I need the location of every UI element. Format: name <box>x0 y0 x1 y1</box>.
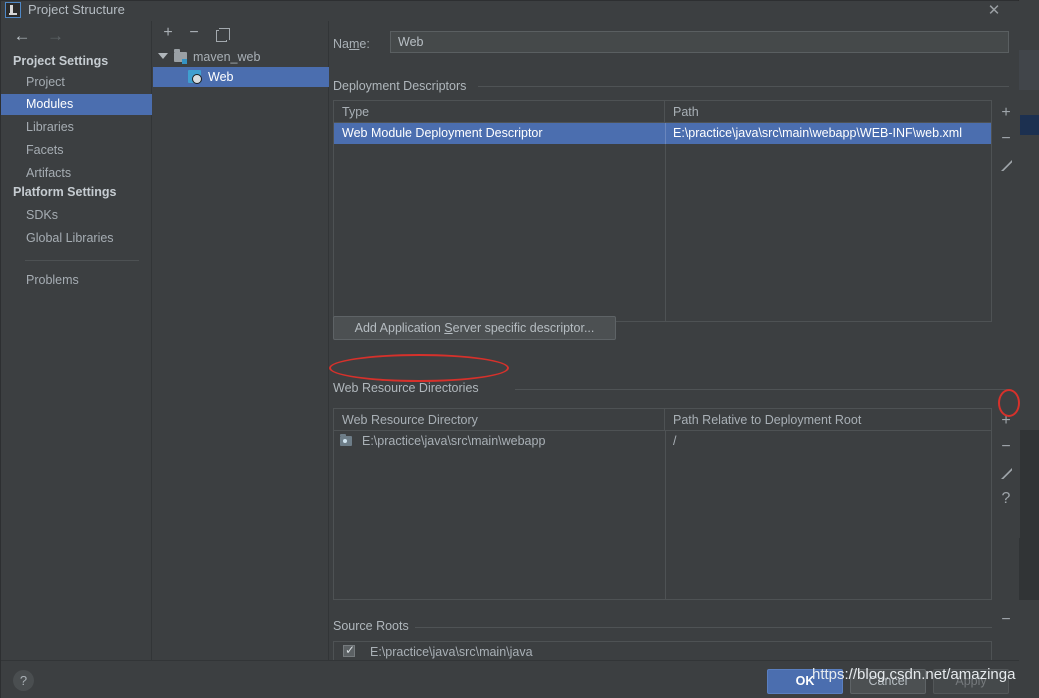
forward-arrow-icon[interactable]: → <box>40 26 70 45</box>
source-root-checkbox[interactable] <box>343 643 355 657</box>
sidebar-item-project[interactable]: Project <box>1 72 152 93</box>
tree-label-maven-web: maven_web <box>193 50 261 64</box>
cell-type: Web Module Deployment Descriptor <box>342 126 543 140</box>
add-module-button[interactable]: + <box>158 23 178 43</box>
remove-web-resource-button[interactable]: − <box>992 434 1020 460</box>
tree-row-maven-web[interactable]: maven_web <box>153 47 329 67</box>
sidebar-item-libraries[interactable]: Libraries <box>1 117 152 138</box>
module-settings-content: Name: Deployment Descriptors Type Path W… <box>330 21 1020 660</box>
add-descriptor-button[interactable]: + <box>992 100 1020 126</box>
module-tree-toolbar: + − <box>153 21 329 46</box>
module-tree-panel: + − maven_web Web <box>153 21 329 660</box>
sidebar-divider <box>25 260 139 261</box>
module-badge-icon <box>182 59 187 64</box>
section-rule <box>406 627 1009 628</box>
dialog-titlebar: Project Structure ✕ <box>1 1 1019 21</box>
cell-web-resource-directory: E:\practice\java\src\main\webapp <box>362 434 546 448</box>
watermark-text: https://blog.csdn.net/amazinga <box>812 666 1016 683</box>
back-arrow-icon[interactable]: ← <box>7 26 37 45</box>
dialog-title: Project Structure <box>28 2 125 17</box>
settings-sidebar: ← → Project Settings Project Modules Lib… <box>1 21 152 660</box>
sidebar-item-facets[interactable]: Facets <box>1 140 152 161</box>
add-web-resource-button[interactable]: + <box>992 408 1020 434</box>
cell-path: E:\practice\java\src\main\webapp\WEB-INF… <box>673 126 962 140</box>
name-field-label: Name: <box>333 37 370 51</box>
column-header-path[interactable]: Path <box>665 101 991 123</box>
table-header: Type Path <box>334 101 991 123</box>
edit-pencil-icon <box>1001 468 1012 479</box>
cell-relative-path: / <box>673 434 677 448</box>
section-rule <box>478 86 1009 87</box>
edit-descriptor-button[interactable] <box>992 152 1020 178</box>
edit-pencil-icon <box>1001 160 1012 171</box>
close-icon[interactable]: ✕ <box>981 1 1007 21</box>
source-roots-title: Source Roots <box>333 619 415 633</box>
sidebar-item-sdks[interactable]: SDKs <box>1 205 152 226</box>
group-platform-settings: Platform Settings <box>13 185 117 199</box>
navigation-arrows: ← → <box>7 26 70 45</box>
folder-icon <box>174 49 187 64</box>
column-header-relative-path[interactable]: Path Relative to Deployment Root <box>665 409 991 431</box>
web-resource-directories-title: Web Resource Directories <box>333 381 485 395</box>
table-header: Web Resource Directory Path Relative to … <box>334 409 991 431</box>
sidebar-item-artifacts[interactable]: Artifacts <box>1 163 152 184</box>
sidebar-item-global-libraries[interactable]: Global Libraries <box>1 228 152 249</box>
name-input[interactable] <box>390 31 1009 53</box>
column-header-type[interactable]: Type <box>334 101 665 123</box>
section-rule <box>515 389 1009 390</box>
web-module-icon <box>188 70 202 84</box>
edit-web-resource-button[interactable] <box>992 460 1020 486</box>
descriptors-toolbar: + − <box>992 100 1020 220</box>
web-resource-help-button[interactable]: ? <box>992 486 1020 512</box>
source-roots-toolbar: − <box>992 607 1020 633</box>
background-window <box>1018 0 1039 698</box>
web-resource-directories-table: Web Resource Directory Path Relative to … <box>333 408 992 600</box>
table-row[interactable]: Web Module Deployment Descriptor E:\prac… <box>334 123 991 144</box>
project-structure-dialog: Project Structure ✕ ← → Project Settings… <box>0 0 1020 698</box>
copy-icon <box>216 28 230 42</box>
deployment-descriptors-title: Deployment Descriptors <box>333 79 473 93</box>
column-header-web-resource-directory[interactable]: Web Resource Directory <box>334 409 665 431</box>
folder-icon <box>340 434 352 446</box>
help-button[interactable]: ? <box>13 670 34 691</box>
copy-module-button[interactable] <box>210 23 230 43</box>
chevron-down-icon[interactable] <box>158 53 168 59</box>
sidebar-item-modules[interactable]: Modules <box>1 94 152 115</box>
table-row[interactable]: E:\practice\java\src\main\webapp / <box>334 431 991 452</box>
tree-label-web: Web <box>208 70 234 84</box>
screen: Project Structure ✕ ← → Project Settings… <box>0 0 1039 698</box>
remove-descriptor-button[interactable]: − <box>992 126 1020 152</box>
deployment-descriptors-table: Type Path Web Module Deployment Descript… <box>333 100 992 322</box>
web-resources-toolbar: + − ? <box>992 408 1020 538</box>
remove-source-root-button[interactable]: − <box>992 607 1020 633</box>
source-roots-table: E:\practice\java\src\main\java <box>333 641 992 660</box>
intellij-idea-icon <box>5 2 21 18</box>
group-project-settings: Project Settings <box>13 54 109 68</box>
tree-row-web[interactable]: Web <box>153 67 329 87</box>
add-application-server-descriptor-button[interactable]: Add Application Server specific descript… <box>333 316 616 340</box>
sidebar-item-problems[interactable]: Problems <box>1 270 152 291</box>
remove-module-button[interactable]: − <box>184 23 204 43</box>
